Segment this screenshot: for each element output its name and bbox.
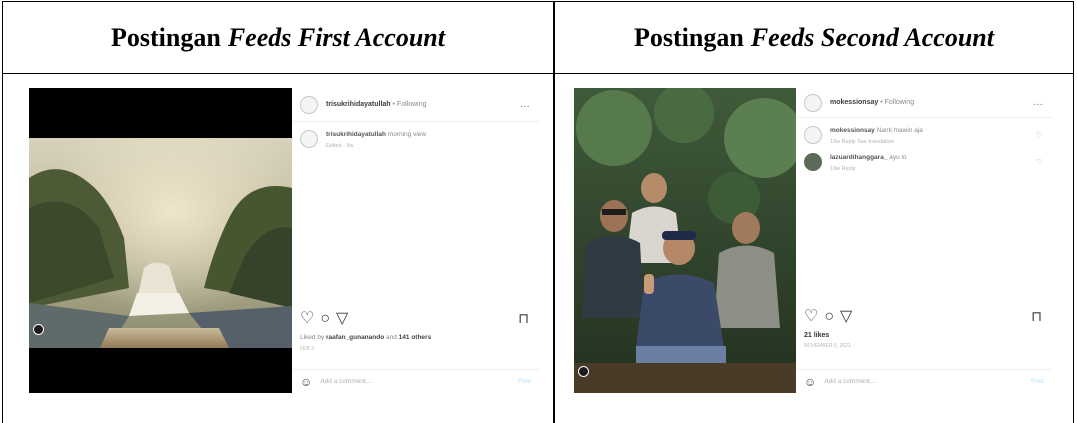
add-comment-input[interactable]: Add a comment… bbox=[320, 378, 372, 385]
more-options-icon[interactable]: … bbox=[1033, 97, 1044, 108]
avatar[interactable] bbox=[804, 126, 822, 144]
first-account-post-screenshot: trisukrihidayatullah • Following … trisu… bbox=[29, 88, 539, 393]
column-divider bbox=[553, 2, 555, 423]
group-photo-image bbox=[574, 88, 796, 393]
liked-by-text: Liked by raafan_gunanando and 141 others bbox=[300, 334, 432, 341]
smiley-icon[interactable]: ☺ bbox=[804, 375, 816, 389]
post-author[interactable]: mokessionsay • Following bbox=[830, 99, 914, 106]
more-options-icon[interactable]: … bbox=[520, 99, 531, 110]
comment-bubble-icon[interactable]: ○ bbox=[824, 308, 834, 325]
bookmark-icon[interactable]: ⊓ bbox=[1031, 308, 1042, 325]
avatar[interactable] bbox=[300, 130, 318, 148]
add-comment-input[interactable]: Add a comment… bbox=[824, 378, 876, 385]
heart-outline-icon[interactable]: ♡ bbox=[300, 310, 314, 327]
header-second-account: Postingan Feeds Second Account bbox=[634, 23, 994, 52]
heart-outline-icon[interactable]: ♡ bbox=[804, 308, 818, 325]
user-tag-icon[interactable] bbox=[33, 324, 44, 335]
waterfall-landscape-image bbox=[29, 88, 292, 393]
comment: lazuardihanggara_ ayu lo 19w Reply ♡ bbox=[796, 145, 1052, 172]
user-tag-icon[interactable] bbox=[578, 366, 589, 377]
caption: trisukrihidayatullah morning view Edited… bbox=[292, 122, 539, 149]
post-date: FEB 3 bbox=[300, 346, 314, 352]
add-comment-bar: ☺ Add a comment… Post bbox=[292, 369, 539, 393]
post-photo-group bbox=[574, 88, 796, 393]
post-actions: ♡ ○ ▽ ⊓ bbox=[804, 308, 1042, 325]
post-actions: ♡ ○ ▽ ⊓ bbox=[300, 310, 529, 327]
post-header: trisukrihidayatullah • Following … bbox=[292, 88, 539, 122]
paper-plane-icon[interactable]: ▽ bbox=[840, 308, 852, 325]
smiley-icon[interactable]: ☺ bbox=[300, 375, 312, 389]
post-author[interactable]: trisukrihidayatullah • Following bbox=[326, 101, 427, 108]
comment-like-icon[interactable]: ♡ bbox=[1036, 158, 1042, 166]
bookmark-icon[interactable]: ⊓ bbox=[518, 310, 529, 327]
avatar[interactable] bbox=[804, 153, 822, 171]
avatar[interactable] bbox=[804, 93, 822, 112]
post-comment-button[interactable]: Post bbox=[1031, 378, 1044, 385]
second-account-post-screenshot: mokessionsay • Following … mokessionsay … bbox=[574, 88, 1052, 393]
post-comment-button[interactable]: Post bbox=[518, 378, 531, 385]
post-header: mokessionsay • Following … bbox=[796, 88, 1052, 118]
comment-bubble-icon[interactable]: ○ bbox=[320, 310, 330, 327]
paper-plane-icon[interactable]: ▽ bbox=[336, 310, 348, 327]
post-photo-waterfall bbox=[29, 88, 292, 393]
likes-count[interactable]: 21 likes bbox=[804, 332, 829, 339]
comment: mokessionsay Nanti mawin aja 19w Reply S… bbox=[796, 118, 1052, 145]
header-first-account: Postingan Feeds First Account bbox=[111, 23, 445, 52]
table-header-row: Postingan Feeds First Account Postingan … bbox=[3, 2, 1073, 74]
add-comment-bar: ☺ Add a comment… Post bbox=[796, 369, 1052, 393]
post-side-panel: mokessionsay • Following … mokessionsay … bbox=[796, 88, 1052, 393]
post-side-panel: trisukrihidayatullah • Following … trisu… bbox=[292, 88, 539, 393]
comment-like-icon[interactable]: ♡ bbox=[1036, 131, 1042, 139]
avatar[interactable] bbox=[300, 95, 318, 114]
post-date: NOVEMBER 5, 2021 bbox=[804, 343, 851, 349]
